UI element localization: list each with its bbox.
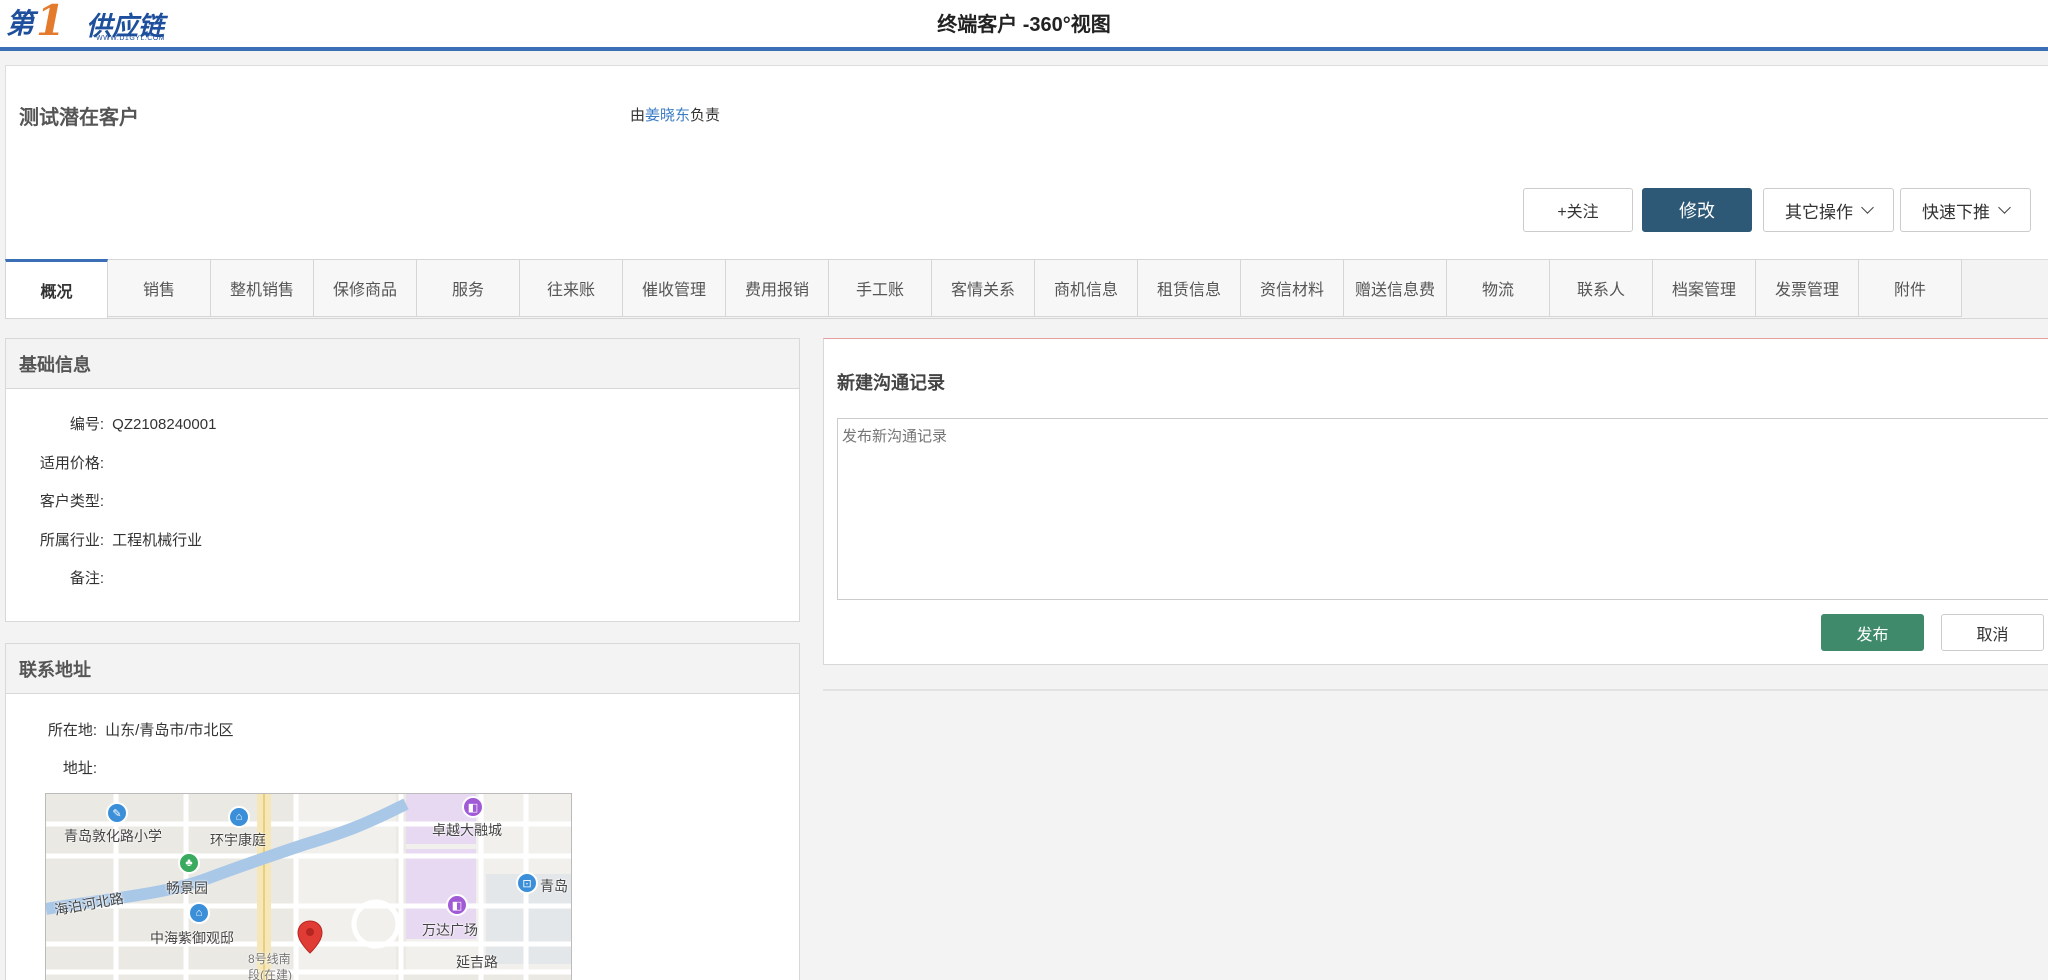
- tab-collection[interactable]: 催收管理: [623, 259, 726, 317]
- park-poi-icon[interactable]: ♣: [178, 852, 200, 874]
- owner-prefix: 由: [630, 107, 646, 124]
- residence-poi-icon[interactable]: ⌂: [188, 902, 210, 924]
- tab-attachments[interactable]: 附件: [1859, 259, 1962, 317]
- top-bar: 第 1 供应链 WWW.D1GYL.COM 终端客户 -360°视图: [0, 0, 2048, 51]
- location-marker-icon[interactable]: [297, 920, 323, 954]
- tab-gift-info-fee[interactable]: 赠送信息费: [1344, 259, 1447, 317]
- owner-suffix: 负责: [690, 107, 721, 124]
- owner-info: 由姜晓东负责: [630, 104, 720, 125]
- field-location: 所在地: 山东/青岛市/市北区: [24, 719, 234, 740]
- tab-expense[interactable]: 费用报销: [726, 259, 829, 317]
- tab-machine-sales[interactable]: 整机销售: [211, 259, 314, 317]
- chevron-down-icon: [1861, 200, 1874, 214]
- mall-poi-icon[interactable]: ◧: [446, 894, 468, 916]
- tab-overview[interactable]: 概况: [5, 259, 108, 319]
- location-map[interactable]: ✎ ⌂ ◧ ♣ ⌂ ◧ ⊡ 青岛敦化路小学 环宇康庭 卓越大融城 海泊河北路 畅…: [45, 793, 572, 980]
- owner-link[interactable]: 姜晓东: [645, 107, 690, 124]
- map-label: 延吉路: [456, 954, 498, 970]
- tab-accounts[interactable]: 往来账: [520, 259, 623, 317]
- map-label: 青岛敦化路小学: [64, 828, 162, 844]
- chevron-down-icon: [1998, 200, 2011, 214]
- field-label: 地址:: [62, 760, 97, 777]
- field-label: 客户类型:: [39, 493, 104, 510]
- tab-credit-materials[interactable]: 资信材料: [1241, 259, 1344, 317]
- cancel-button[interactable]: 取消: [1941, 614, 2044, 651]
- tab-logistics[interactable]: 物流: [1447, 259, 1550, 317]
- field-remarks: 备注:: [24, 567, 108, 588]
- page-title: 终端客户 -360°视图: [937, 14, 1111, 36]
- map-label: 中海紫御观邸: [150, 930, 234, 946]
- field-code: 编号: QZ2108240001: [24, 413, 217, 434]
- map-label: 畅景园: [166, 880, 208, 896]
- map-label: 青岛: [540, 878, 568, 894]
- field-label: 编号:: [69, 416, 104, 433]
- comm-divider: [823, 689, 2048, 691]
- basic-info-title: 基础信息: [6, 339, 799, 389]
- other-actions-dropdown[interactable]: 其它操作: [1763, 188, 1894, 232]
- field-value: 工程机械行业: [112, 532, 203, 549]
- basic-info-panel: 基础信息 编号: QZ2108240001 适用价格: 客户类型: 所属行业: …: [5, 338, 800, 622]
- edit-button[interactable]: 修改: [1642, 188, 1752, 232]
- field-label: 所在地:: [47, 722, 97, 739]
- field-value: QZ2108240001: [112, 416, 217, 433]
- tab-sales[interactable]: 销售: [108, 259, 211, 317]
- field-customer-type: 客户类型:: [24, 490, 108, 511]
- quick-push-dropdown[interactable]: 快速下推: [1900, 188, 2031, 232]
- station-poi-icon[interactable]: ⊡: [516, 872, 538, 894]
- address-title: 联系地址: [6, 644, 799, 694]
- address-panel: 联系地址 所在地: 山东/青岛市/市北区 地址: ✎ ⌂ ◧ ♣ ⌂ ◧ ⊡ 青…: [5, 643, 800, 980]
- field-price: 适用价格:: [24, 452, 108, 473]
- tab-service[interactable]: 服务: [417, 259, 520, 317]
- residence-poi-icon[interactable]: ⌂: [228, 806, 250, 828]
- comm-record-title: 新建沟通记录: [837, 373, 945, 393]
- customer-name: 测试潜在客户: [19, 107, 139, 129]
- map-label: 万达广场: [422, 922, 478, 938]
- follow-button[interactable]: +关注: [1523, 188, 1633, 232]
- tab-customer-relations[interactable]: 客情关系: [932, 259, 1035, 317]
- tab-manual-ledger[interactable]: 手工账: [829, 259, 932, 317]
- field-address: 地址:: [24, 757, 101, 778]
- tab-invoice[interactable]: 发票管理: [1756, 259, 1859, 317]
- comm-record-input[interactable]: [837, 418, 2048, 600]
- other-actions-label: 其它操作: [1785, 202, 1853, 222]
- tab-warranty-goods[interactable]: 保修商品: [314, 259, 417, 317]
- school-poi-icon[interactable]: ✎: [106, 802, 128, 824]
- map-label: 卓越大融城: [432, 822, 502, 838]
- comm-record-panel: 新建沟通记录 发布 取消: [823, 338, 2048, 665]
- tab-opportunities[interactable]: 商机信息: [1035, 259, 1138, 317]
- field-label: 适用价格:: [39, 455, 104, 472]
- publish-button[interactable]: 发布: [1821, 614, 1924, 651]
- field-industry: 所属行业: 工程机械行业: [24, 529, 202, 550]
- map-label: 环宇康庭: [210, 832, 266, 848]
- tab-leasing[interactable]: 租赁信息: [1138, 259, 1241, 317]
- map-label: 段(在建): [248, 968, 292, 980]
- quick-push-label: 快速下推: [1922, 202, 1990, 222]
- customer-header-card: 测试潜在客户 由姜晓东负责 +关注 修改 其它操作 快速下推: [5, 65, 2048, 260]
- tab-archive[interactable]: 档案管理: [1653, 259, 1756, 317]
- field-label: 所属行业:: [39, 532, 104, 549]
- tab-bar: 概况 销售 整机销售 保修商品 服务 往来账 催收管理 费用报销 手工账 客情关…: [5, 259, 1962, 319]
- field-label: 备注:: [69, 570, 104, 587]
- map-label: 8号线南: [248, 952, 291, 966]
- field-value: 山东/青岛市/市北区: [105, 722, 234, 739]
- mall-poi-icon[interactable]: ◧: [462, 796, 484, 818]
- tab-contacts[interactable]: 联系人: [1550, 259, 1653, 317]
